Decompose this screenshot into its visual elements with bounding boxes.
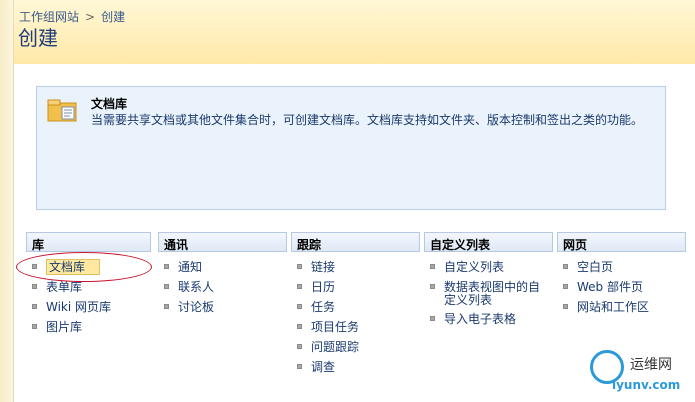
bullet-icon [297,344,302,349]
bullet-icon [164,304,169,309]
create-item-sites-workspaces[interactable]: 网站和工作区 [557,298,686,318]
bullet-icon [430,264,435,269]
bullet-icon [32,324,37,329]
bullet-icon [297,264,302,269]
item-label: 调查 [311,360,336,374]
bullet-icon [297,364,302,369]
item-label: 讨论板 [178,300,215,314]
watermark-title: 运维网 [630,357,672,373]
create-item-custom-list[interactable]: 自定义列表 [424,258,553,278]
page-title: 创建 [18,26,58,50]
item-label: 链接 [311,260,336,274]
item-label: 通知 [178,260,203,274]
bullet-icon [563,284,568,289]
bullet-icon [297,304,302,309]
bullet-icon [164,264,169,269]
description-panel: 文档库 当需要共享文档或其他文件集合时，可创建文档库。文档库支持如文件夹、版本控… [36,86,666,210]
item-label: 表单库 [46,280,83,294]
create-item-discussion-board[interactable]: 讨论板 [158,298,287,318]
create-item-web-part-page[interactable]: Web 部件页 [557,278,686,298]
description-title: 文档库 [91,97,128,111]
create-item-form-library[interactable]: 表单库 [26,278,151,298]
category-header: 通讯 [158,232,287,252]
breadcrumb-separator: > [85,10,96,24]
left-navigation-strip [0,0,14,402]
bullet-icon [563,304,568,309]
create-item-custom-list-datasheet[interactable]: 数据表视图中的自定义列表 [424,278,553,310]
category-header: 自定义列表 [424,232,553,252]
item-label: 任务 [311,300,336,314]
create-item-issue-tracking[interactable]: 问题跟踪 [291,338,420,358]
category-header: 网页 [557,232,686,252]
bullet-icon [32,264,37,269]
category-libraries: 库 文档库 表单库 Wiki 网页库 图片库 [26,232,151,338]
create-item-import-spreadsheet[interactable]: 导入电子表格 [424,310,553,330]
create-item-picture-library[interactable]: 图片库 [26,318,151,338]
create-item-blank-page[interactable]: 空白页 [557,258,686,278]
item-label: 导入电子表格 [444,312,517,326]
category-header: 跟踪 [291,232,420,252]
watermark-url: iyunv.com [612,378,681,392]
description-text: 当需要共享文档或其他文件集合时，可创建文档库。文档库支持如文件夹、版本控制和签出… [91,113,644,127]
bullet-icon [32,304,37,309]
create-item-contacts[interactable]: 联系人 [158,278,287,298]
create-item-tasks[interactable]: 任务 [291,298,420,318]
item-label: Web 部件页 [577,280,643,294]
item-label: 日历 [311,280,336,294]
create-item-announcements[interactable]: 通知 [158,258,287,278]
create-item-survey[interactable]: 调查 [291,358,420,378]
item-label: 空白页 [577,260,614,274]
item-label: 问题跟踪 [311,340,360,354]
breadcrumb-current: 创建 [101,10,126,24]
watermark: 运维网 iyunv.com [590,350,690,398]
item-label: 自定义列表 [444,260,505,274]
bullet-icon [430,316,435,321]
category-header: 库 [26,232,151,252]
create-item-project-tasks[interactable]: 项目任务 [291,318,420,338]
create-item-wiki-library[interactable]: Wiki 网页库 [26,298,151,318]
category-communications: 通讯 通知 联系人 讨论板 [158,232,287,318]
create-item-calendar[interactable]: 日历 [291,278,420,298]
create-item-document-library[interactable]: 文档库 [26,258,151,278]
create-item-links[interactable]: 链接 [291,258,420,278]
bullet-icon [297,324,302,329]
document-library-icon [47,99,77,122]
category-web-pages: 网页 空白页 Web 部件页 网站和工作区 [557,232,686,318]
bullet-icon [430,284,435,289]
item-label: 数据表视图中的自定义列表 [444,280,541,307]
bullet-icon [297,284,302,289]
bullet-icon [563,264,568,269]
category-custom-lists: 自定义列表 自定义列表 数据表视图中的自定义列表 导入电子表格 [424,232,553,330]
item-label: 网站和工作区 [577,300,650,314]
item-label: Wiki 网页库 [46,300,112,314]
bullet-icon [32,284,37,289]
bullet-icon [164,284,169,289]
item-label: 图片库 [46,320,83,334]
item-label: 联系人 [178,280,215,294]
item-label: 文档库 [46,259,101,275]
category-tracking: 跟踪 链接 日历 任务 项目任务 问题跟踪 调查 [291,232,420,378]
item-label: 项目任务 [311,320,360,334]
